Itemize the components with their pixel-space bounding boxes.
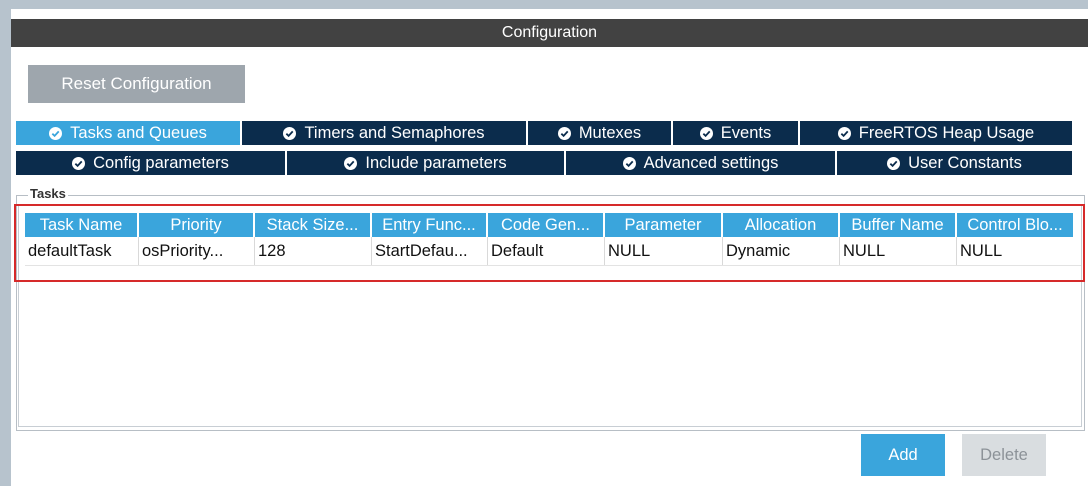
tab-label: Include parameters: [365, 153, 507, 172]
column-header-parameter[interactable]: Parameter: [605, 213, 723, 237]
tab-label: FreeRTOS Heap Usage: [858, 123, 1035, 142]
check-circle-icon: [622, 156, 636, 170]
cell-entry-function[interactable]: StartDefau...: [372, 237, 488, 265]
tab-timers-and-semaphores[interactable]: Timers and Semaphores: [242, 121, 528, 145]
tab-advanced-settings[interactable]: Advanced settings: [566, 151, 837, 175]
tab-row-1: Tasks and Queues Timers and Semaphores M…: [16, 121, 1072, 145]
column-header-priority[interactable]: Priority: [139, 213, 255, 237]
check-circle-icon: [344, 156, 358, 170]
delete-button[interactable]: Delete: [962, 434, 1046, 476]
check-circle-icon: [837, 126, 851, 140]
tab-label: Events: [720, 123, 772, 142]
add-button[interactable]: Add: [861, 434, 945, 476]
column-header-allocation[interactable]: Allocation: [723, 213, 840, 237]
cell-control-block[interactable]: NULL: [957, 237, 1073, 265]
top-strip: [11, 0, 1088, 9]
table-row[interactable]: defaultTask osPriority... 128 StartDefau…: [25, 237, 1081, 266]
tab-user-constants[interactable]: User Constants: [837, 151, 1072, 175]
column-header-buffer-name[interactable]: Buffer Name: [840, 213, 957, 237]
tab-config-parameters[interactable]: Config parameters: [16, 151, 287, 175]
column-header-code-generation[interactable]: Code Gen...: [488, 213, 605, 237]
configuration-panel: Configuration Reset Configuration Tasks …: [11, 0, 1088, 486]
tab-label: Mutexes: [578, 123, 642, 142]
tab-include-parameters[interactable]: Include parameters: [287, 151, 566, 175]
reset-configuration-button[interactable]: Reset Configuration: [28, 65, 245, 103]
tasks-table[interactable]: Task Name Priority Stack Size... Entry F…: [18, 205, 1082, 427]
tab-label: Tasks and Queues: [70, 123, 207, 142]
column-header-task-name[interactable]: Task Name: [25, 213, 139, 237]
check-circle-icon: [699, 126, 713, 140]
tab-events[interactable]: Events: [673, 121, 800, 145]
cell-code-generation[interactable]: Default: [488, 237, 605, 265]
check-circle-icon: [557, 126, 571, 140]
tab-label: Timers and Semaphores: [304, 123, 485, 142]
tab-label: Config parameters: [93, 153, 229, 172]
tab-label: Advanced settings: [643, 153, 779, 172]
check-circle-icon: [283, 126, 297, 140]
check-circle-icon: [49, 126, 63, 140]
page-title: Configuration: [11, 19, 1088, 47]
cell-stack-size[interactable]: 128: [255, 237, 372, 265]
cell-task-name[interactable]: defaultTask: [25, 237, 139, 265]
cell-parameter[interactable]: NULL: [605, 237, 723, 265]
column-header-entry-function[interactable]: Entry Func...: [372, 213, 488, 237]
tab-tasks-and-queues[interactable]: Tasks and Queues: [16, 121, 242, 145]
tab-label: User Constants: [908, 153, 1022, 172]
cell-priority[interactable]: osPriority...: [139, 237, 255, 265]
tab-freertos-heap-usage[interactable]: FreeRTOS Heap Usage: [800, 121, 1072, 145]
cell-buffer-name[interactable]: NULL: [840, 237, 957, 265]
check-circle-icon: [887, 156, 901, 170]
tasks-group-legend: Tasks: [28, 186, 68, 201]
column-header-control-block[interactable]: Control Blo...: [957, 213, 1073, 237]
table-header: Task Name Priority Stack Size... Entry F…: [25, 213, 1081, 237]
tab-mutexes[interactable]: Mutexes: [528, 121, 673, 145]
check-circle-icon: [72, 156, 86, 170]
tab-row-2: Config parameters Include parameters Adv…: [16, 151, 1072, 175]
column-header-stack-size[interactable]: Stack Size...: [255, 213, 372, 237]
cell-allocation[interactable]: Dynamic: [723, 237, 840, 265]
